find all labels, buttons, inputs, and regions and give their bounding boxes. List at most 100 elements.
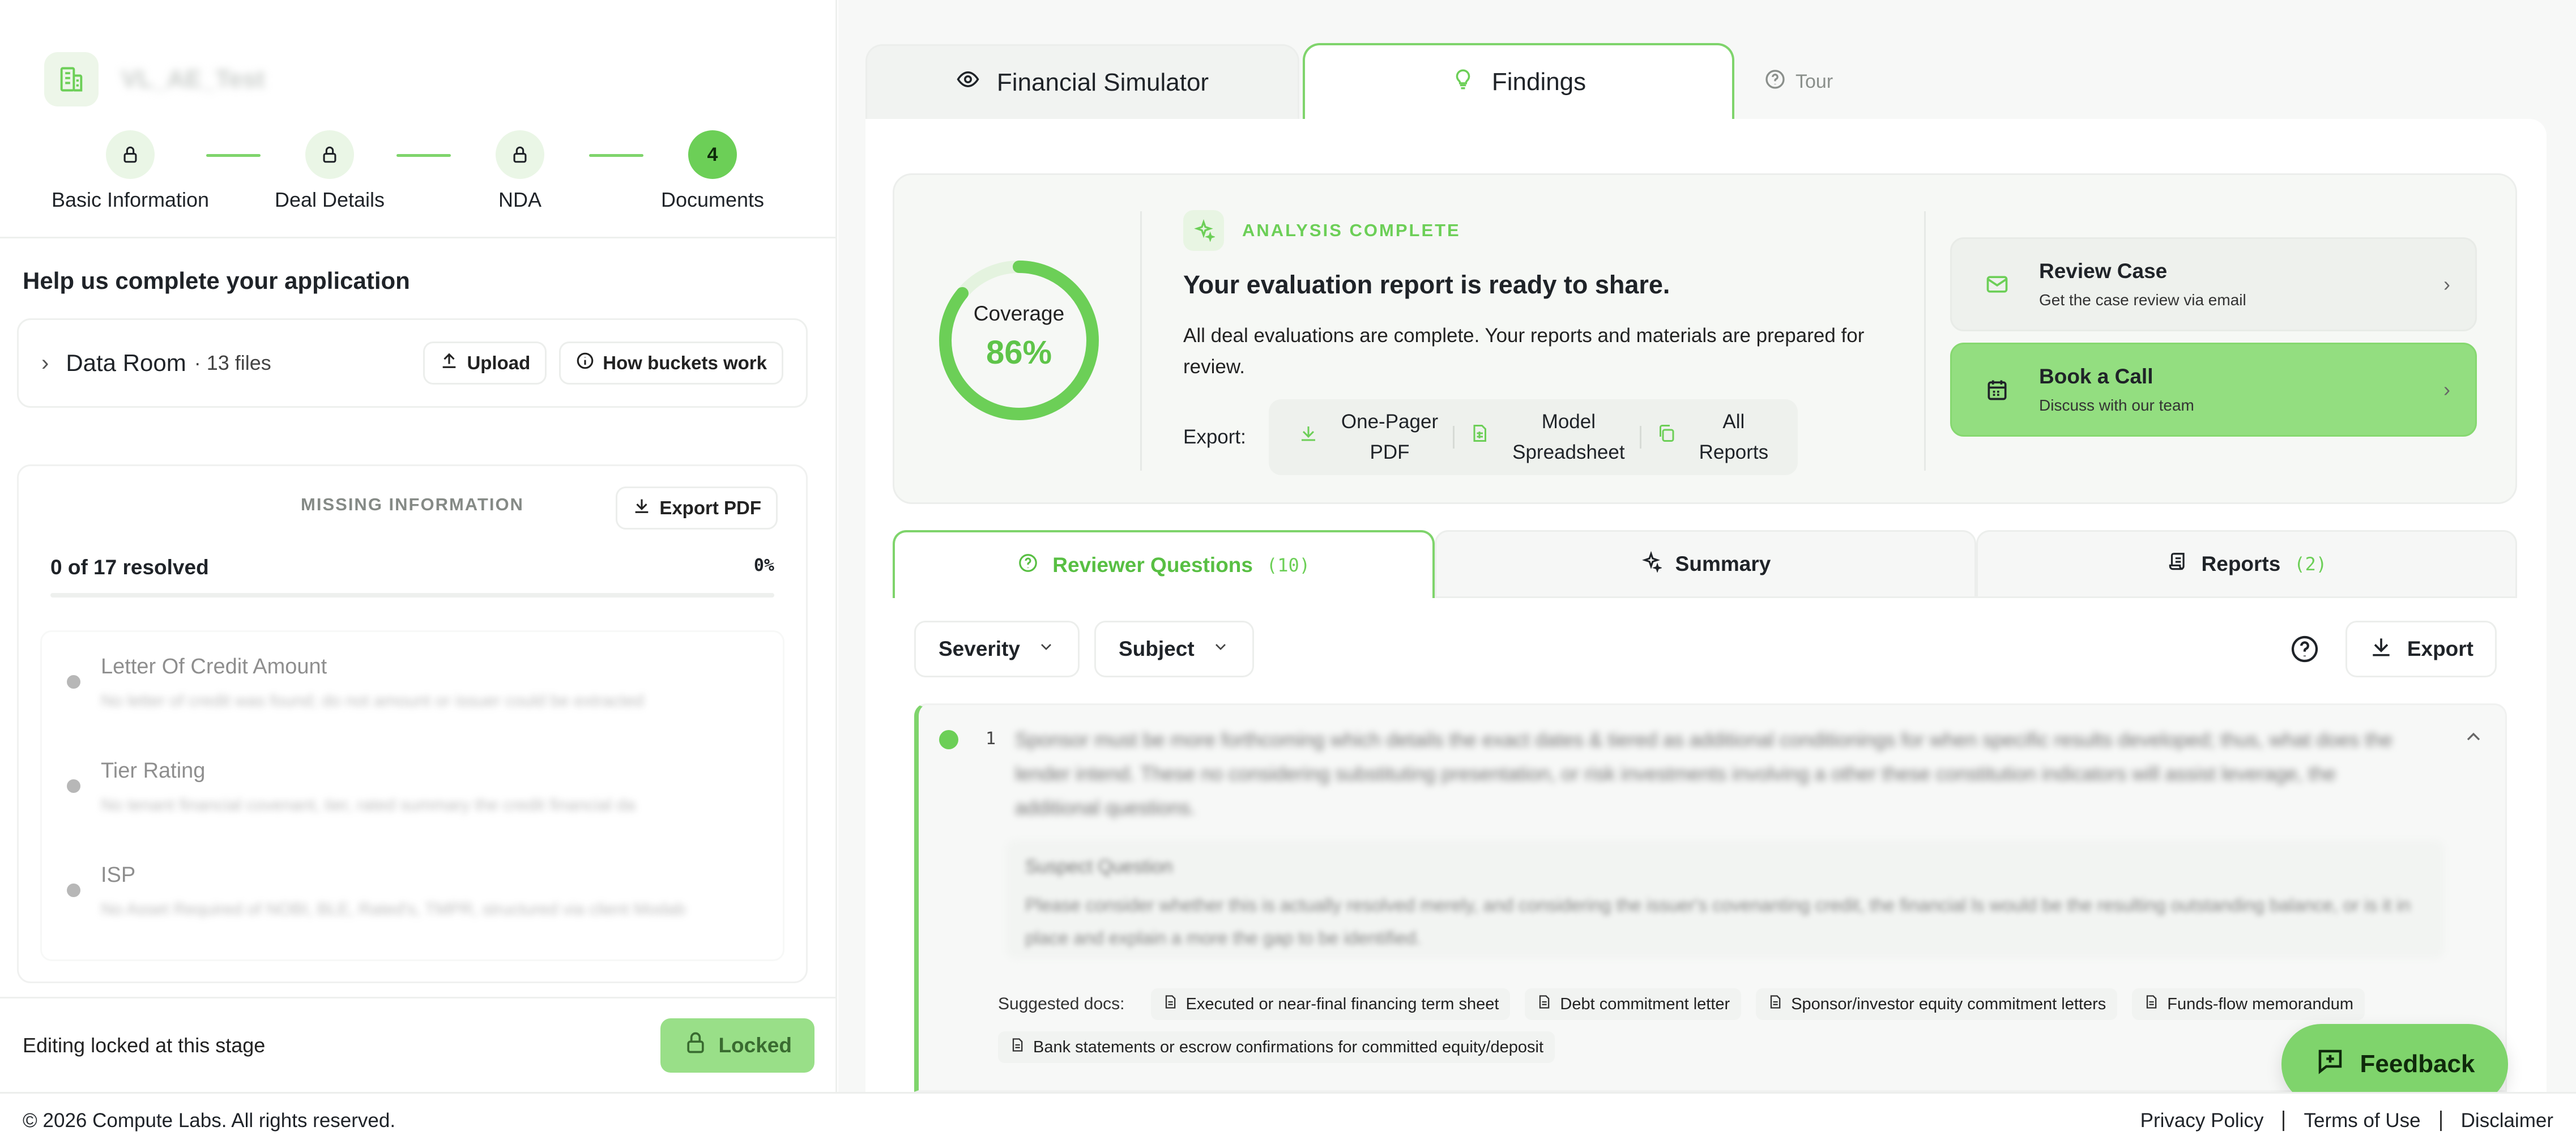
export-label: Export: (1183, 426, 1246, 448)
footer: © 2026 Compute Labs. All rights reserved… (0, 1092, 2576, 1148)
file-count: · 13 files (194, 351, 271, 374)
question-number: 1 (986, 729, 996, 749)
missing-item-title: Tier Rating (101, 759, 206, 783)
filters: Severity Subject (914, 621, 1254, 677)
chevron-right-icon[interactable]: › (41, 351, 49, 376)
review-case-subtitle: Get the case review via email (2039, 291, 2246, 309)
tab-label: Findings (1491, 68, 1586, 96)
resolved-count: 0 of 17 resolved (50, 556, 209, 579)
step-number: 4 (688, 130, 737, 179)
data-room-row[interactable]: › Data Room · 13 files Upload How bucket… (17, 318, 808, 408)
copyright: © 2026 Compute Labs. All rights reserved… (23, 1109, 396, 1132)
review-case-button[interactable]: Review Case Get the case review via emai… (1950, 237, 2477, 331)
suggested-label: Suggested docs: (998, 995, 1125, 1013)
tour-label: Tour (1795, 70, 1833, 92)
step-label: NDA (498, 188, 541, 211)
coverage-gauge: Coverage 86% (934, 255, 1104, 425)
sparkle-icon (1640, 550, 1662, 578)
tab-financial-simulator[interactable]: Financial Simulator (865, 44, 1299, 119)
tab-summary[interactable]: Summary (1435, 530, 1976, 598)
findings-tabs: Reviewer Questions (10) Summary Reports … (893, 530, 2517, 598)
chevron-down-icon (1037, 637, 1055, 661)
calendar-icon (1980, 373, 2014, 407)
lock-icon (683, 1030, 708, 1060)
document-icon (2143, 994, 2159, 1014)
missing-item-title: Letter Of Credit Amount (101, 655, 327, 678)
tab-findings[interactable]: Findings (1303, 43, 1734, 119)
resolved-row: 0 of 17 resolved 0% (50, 556, 774, 579)
step-nda[interactable]: NDA (435, 130, 605, 212)
tab-count: (2) (2294, 553, 2327, 575)
bullet-icon (67, 675, 80, 689)
severity-filter[interactable]: Severity (914, 621, 1080, 677)
disclaimer-link[interactable]: Disclaimer (2461, 1109, 2553, 1132)
question-tools: Export (2289, 621, 2497, 677)
divider (2283, 1111, 2285, 1131)
lock-icon (106, 130, 155, 179)
missing-item[interactable]: Tier Rating No tenant financial covenant… (42, 736, 783, 840)
privacy-policy-link[interactable]: Privacy Policy (2140, 1109, 2264, 1132)
export-label: Export (2407, 637, 2473, 660)
locked-bar: Editing locked at this stage Locked (0, 997, 837, 1092)
export-model-spreadsheet[interactable]: Model Spreadsheet (1455, 407, 1639, 468)
suggested-doc-chip[interactable]: Sponsor/investor equity commitment lette… (1756, 988, 2118, 1020)
chevron-up-icon[interactable] (2462, 725, 2485, 754)
terms-of-use-link[interactable]: Terms of Use (2304, 1109, 2420, 1132)
tab-count: (10) (1266, 554, 1311, 576)
book-a-call-button[interactable]: Book a Call Discuss with our team › (1950, 343, 2477, 437)
doc-label: Sponsor/investor equity commitment lette… (1791, 995, 2106, 1013)
tab-reports[interactable]: Reports (2) (1976, 530, 2517, 598)
missing-item-desc: No tenant financial covenant, tier, rate… (101, 796, 636, 814)
export-line2: Spreadsheet (1512, 441, 1625, 463)
doc-label: Funds-flow memorandum (2167, 995, 2354, 1013)
status-dot (939, 730, 958, 749)
suggested-doc-chip[interactable]: Executed or near-final financing term sh… (1150, 988, 1511, 1020)
suggested-doc-chip[interactable]: Debt commitment letter (1525, 988, 1742, 1020)
export-line2: PDF (1370, 441, 1410, 463)
missing-item-title: ISP (101, 863, 136, 887)
tab-label: Summary (1675, 552, 1771, 575)
missing-item-desc: No Asset Required of NOBI, BLE, Rated's,… (101, 900, 686, 919)
doc-label: Executed or near-final financing term sh… (1185, 995, 1499, 1013)
chevron-down-icon (1212, 637, 1230, 661)
missing-item[interactable]: Letter Of Credit Amount No letter of cre… (42, 632, 783, 736)
building-icon (44, 52, 99, 106)
export-pdf-button[interactable]: Export PDF (616, 486, 778, 530)
sub-text: Please consider whether this is actually… (1025, 895, 2411, 948)
how-buckets-work-button[interactable]: How buckets work (559, 342, 783, 385)
locked-button[interactable]: Locked (660, 1018, 814, 1073)
upload-button[interactable]: Upload (423, 342, 547, 385)
document-icon (1009, 1037, 1025, 1057)
analysis-section: ANALYSIS COMPLETE Your evaluation report… (1183, 210, 1880, 475)
step-deal-details[interactable]: Deal Details (245, 130, 415, 212)
tab-label: Reports (2201, 552, 2281, 575)
step-documents[interactable]: 4 Documents (628, 130, 797, 212)
report-description: All deal evaluations are complete. Your … (1183, 325, 1865, 378)
help-circle-icon[interactable] (2289, 633, 2321, 665)
missing-item[interactable]: ISP No Asset Required of NOBI, BLE, Rate… (42, 840, 783, 945)
severity-label: Severity (939, 637, 1020, 660)
suggested-doc-chip[interactable]: Bank statements or escrow confirmations … (998, 1031, 1555, 1063)
app-name: VL_AE_Test (121, 65, 265, 93)
eye-icon (956, 67, 980, 97)
tab-reviewer-questions[interactable]: Reviewer Questions (10) (893, 530, 1435, 598)
tab-label: Financial Simulator (996, 68, 1209, 96)
analysis-status: ANALYSIS COMPLETE (1242, 220, 1461, 240)
main-area: Financial Simulator Findings Tour Covera… (838, 0, 2576, 1092)
next-actions: Review Case Get the case review via emai… (1950, 237, 2477, 437)
subject-filter[interactable]: Subject (1094, 621, 1254, 677)
document-icon (1767, 994, 1783, 1014)
tour-button[interactable]: Tour (1764, 44, 1833, 119)
how-buckets-label: How buckets work (603, 352, 767, 373)
step-basic-information[interactable]: Basic Information (45, 130, 215, 212)
application-sidebar: VL_AE_Test Basic Information Deal Detail… (0, 0, 837, 1092)
export-questions-button[interactable]: Export (2345, 621, 2497, 677)
export-one-pager-pdf[interactable]: One-Pager PDF (1283, 407, 1453, 468)
upload-label: Upload (467, 352, 531, 373)
review-case-title: Review Case (2039, 259, 2168, 283)
doc-label: Bank statements or escrow confirmations … (1033, 1038, 1543, 1056)
suspect-question-box: Suspect Question Please consider whether… (1006, 840, 2445, 959)
export-all-reports[interactable]: All Reports (1641, 407, 1784, 468)
suggested-doc-chip[interactable]: Funds-flow memorandum (2132, 988, 2365, 1020)
footer-links: Privacy Policy Terms of Use Disclaimer (2140, 1109, 2553, 1132)
